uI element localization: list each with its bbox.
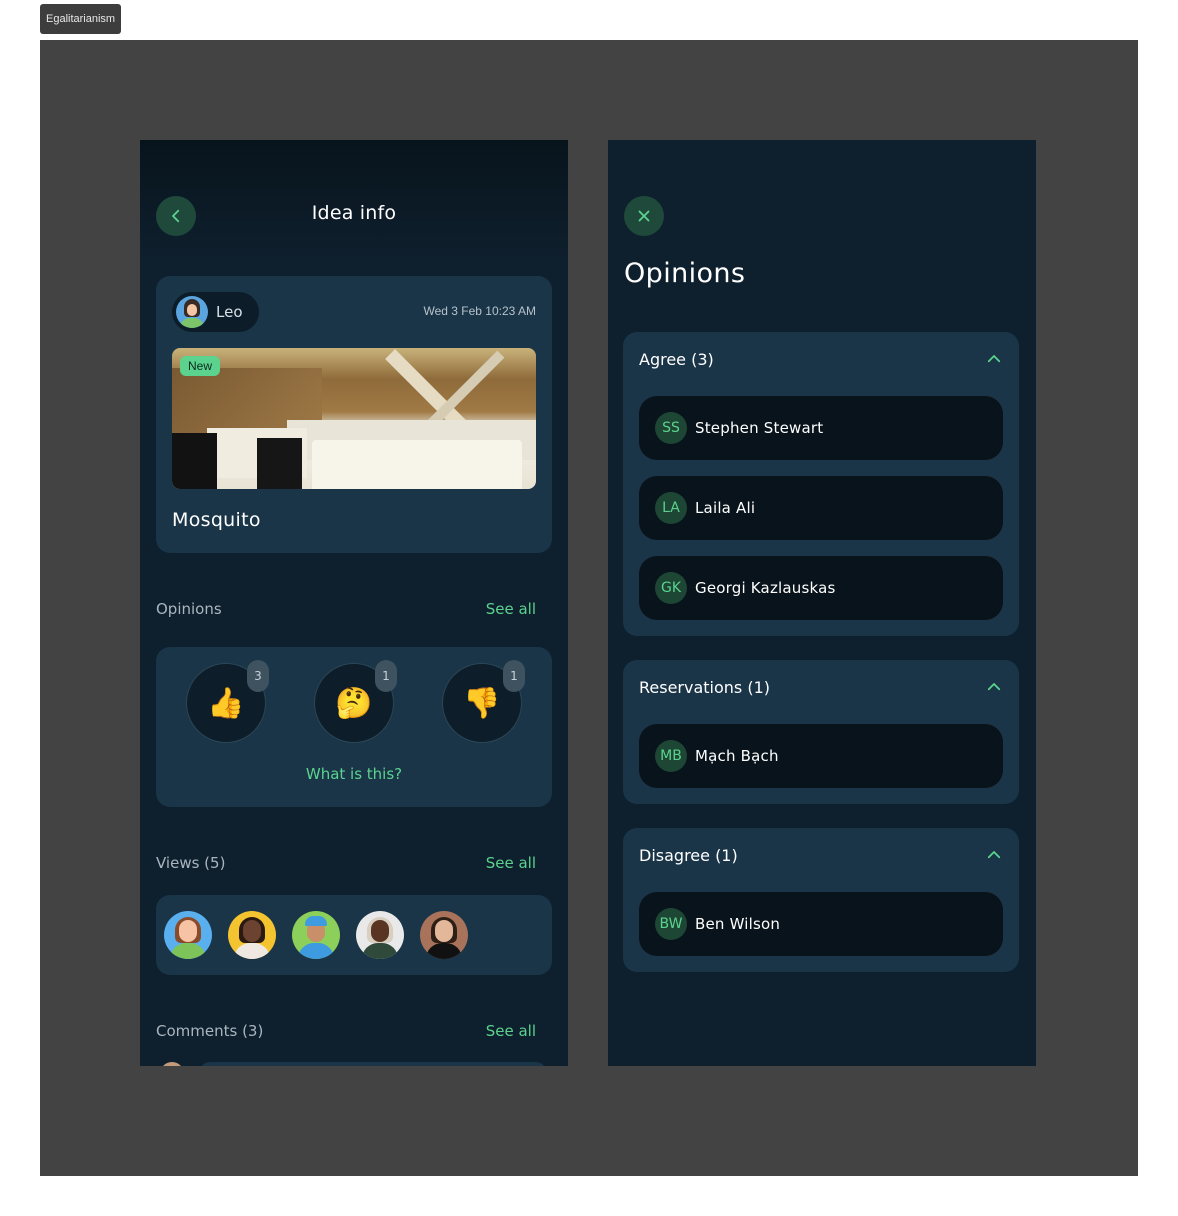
thumbs-up-icon: 👍 (207, 685, 245, 721)
person-name: Mạch Bạch (695, 747, 779, 765)
person-item[interactable]: GK Georgi Kazlauskas (639, 556, 1003, 620)
thumbs-down-icon: 👎 (463, 685, 501, 721)
author-chip[interactable]: Leo (172, 292, 259, 332)
views-label: Views (5) (156, 854, 226, 872)
comment-card[interactable] (200, 1062, 546, 1066)
initials-avatar: MB (655, 740, 687, 772)
person-name: Laila Ali (695, 499, 756, 517)
disagree-reaction-button[interactable]: 👎 1 (442, 660, 525, 743)
group-title: Reservations (1) (639, 677, 771, 697)
initials-avatar: BW (655, 908, 687, 940)
group-title: Agree (3) (639, 349, 714, 369)
what-is-this-link[interactable]: What is this? (156, 765, 552, 783)
disagree-count-badge: 1 (503, 660, 525, 692)
initials-avatar: SS (655, 412, 687, 444)
agree-group: Agree (3) SS Stephen Stewart LA Laila Al… (623, 332, 1019, 636)
person-item[interactable]: SS Stephen Stewart (639, 396, 1003, 460)
person-item[interactable]: LA Laila Ali (639, 476, 1003, 540)
person-name: Georgi Kazlauskas (695, 579, 836, 597)
views-see-all-link[interactable]: See all (486, 854, 536, 872)
close-icon (638, 210, 650, 222)
idea-name: Mosquito (172, 509, 261, 531)
person-name: Stephen Stewart (695, 419, 824, 437)
viewer-avatar[interactable] (228, 911, 276, 959)
reservations-reaction-button[interactable]: 🤔 1 (314, 660, 397, 743)
views-card (156, 895, 552, 975)
author-avatar (176, 296, 208, 328)
opinions-card: 👍 3 🤔 1 👎 1 What is this? (156, 647, 552, 807)
thinking-face-icon: 🤔 (335, 685, 373, 721)
initials-avatar: GK (655, 572, 687, 604)
comments-see-all-link[interactable]: See all (486, 1022, 536, 1040)
viewer-avatar[interactable] (164, 911, 212, 959)
group-title: Disagree (1) (639, 845, 738, 865)
opinions-see-all-link[interactable]: See all (486, 600, 536, 618)
viewer-avatar[interactable] (356, 911, 404, 959)
idea-photo: New (172, 348, 536, 489)
page-title: Opinions (624, 258, 746, 289)
agree-count-badge: 3 (247, 660, 269, 692)
comments-label: Comments (3) (156, 1022, 264, 1040)
disagree-group-header[interactable]: Disagree (1) (639, 828, 1003, 882)
viewer-avatar[interactable] (420, 911, 468, 959)
chevron-up-icon (987, 355, 1001, 363)
idea-date: Wed 3 Feb 10:23 AM (423, 304, 536, 318)
opinions-screen: Opinions Agree (3) SS Stephen Stewart LA… (608, 140, 1036, 1066)
idea-card[interactable]: Leo Wed 3 Feb 10:23 AM New Mosquito (156, 276, 552, 553)
comment-avatar (160, 1062, 184, 1066)
person-name: Ben Wilson (695, 915, 781, 933)
disagree-group: Disagree (1) BW Ben Wilson (623, 828, 1019, 972)
frame-label: Egalitarianism (40, 4, 122, 34)
person-item[interactable]: BW Ben Wilson (639, 892, 1003, 956)
chevron-up-icon (987, 683, 1001, 691)
idea-info-screen: Idea info Leo Wed 3 Feb 10:23 AM New Mos… (140, 140, 568, 1066)
author-name: Leo (216, 303, 243, 321)
reservations-group-header[interactable]: Reservations (1) (639, 660, 1003, 714)
initials-avatar: LA (655, 492, 687, 524)
chevron-up-icon (987, 851, 1001, 859)
agree-reaction-button[interactable]: 👍 3 (186, 660, 269, 743)
new-badge: New (180, 356, 221, 376)
opinions-label: Opinions (156, 600, 222, 618)
close-button[interactable] (624, 196, 664, 236)
viewer-avatar[interactable] (292, 911, 340, 959)
person-item[interactable]: MB Mạch Bạch (639, 724, 1003, 788)
reservations-group: Reservations (1) MB Mạch Bạch (623, 660, 1019, 804)
page-title: Idea info (311, 202, 397, 224)
reservations-count-badge: 1 (375, 660, 397, 692)
agree-group-header[interactable]: Agree (3) (639, 332, 1003, 386)
